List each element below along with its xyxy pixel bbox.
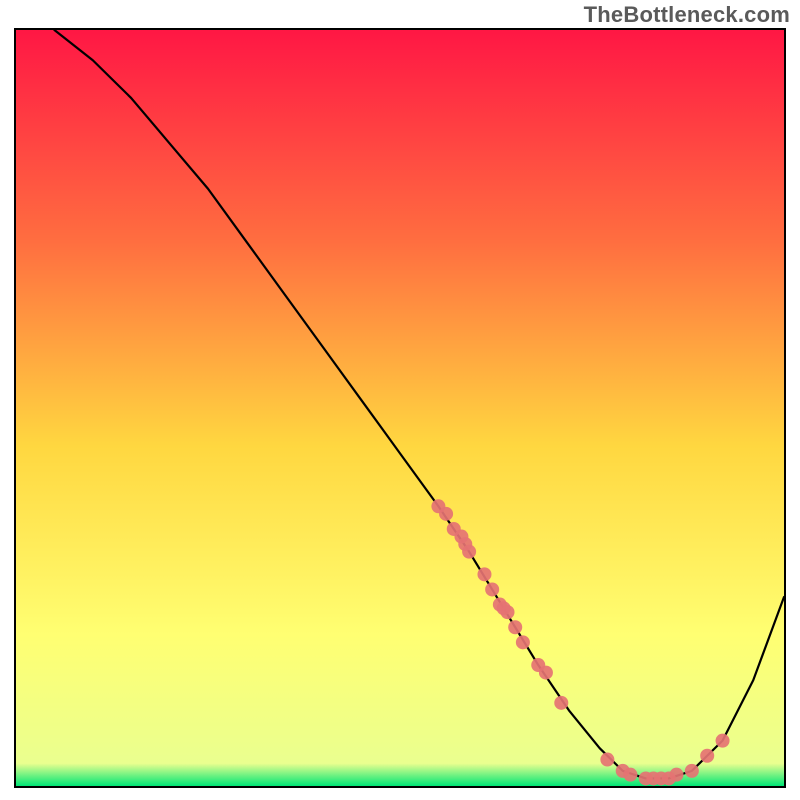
scatter-point (685, 764, 699, 778)
plot-svg (16, 30, 784, 786)
scatter-point (501, 605, 515, 619)
scatter-point (477, 567, 491, 581)
scatter-point (539, 666, 553, 680)
watermark-text: TheBottleneck.com (584, 2, 790, 28)
scatter-point (716, 734, 730, 748)
chart-container: TheBottleneck.com (0, 0, 800, 800)
scatter-point (508, 620, 522, 634)
plot-frame (14, 28, 786, 788)
scatter-point (600, 753, 614, 767)
scatter-point (462, 545, 476, 559)
scatter-point (623, 768, 637, 782)
scatter-point (485, 582, 499, 596)
gradient-background (16, 30, 784, 786)
scatter-point (700, 749, 714, 763)
scatter-point (439, 507, 453, 521)
scatter-point (516, 635, 530, 649)
scatter-point (669, 768, 683, 782)
scatter-point (554, 696, 568, 710)
